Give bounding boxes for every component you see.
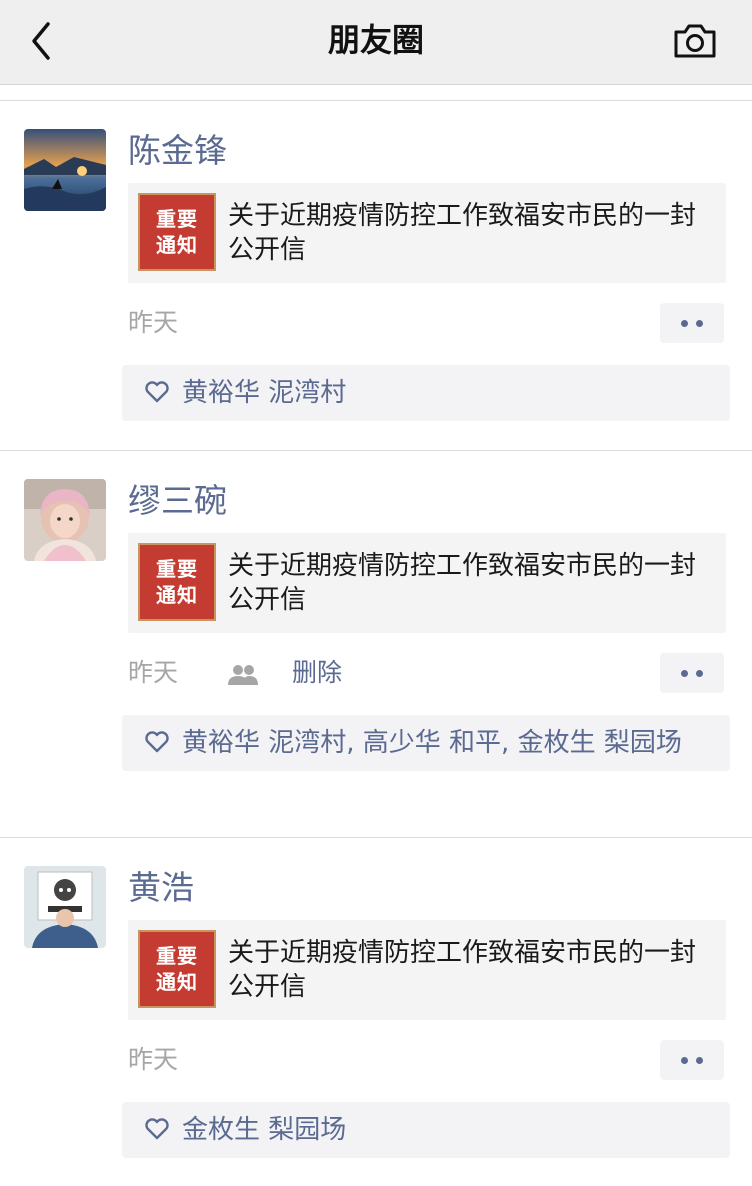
heart-icon [145,381,169,403]
more-dots-icon [696,670,703,677]
avatar-child-image [24,479,106,561]
moment-post: 陈金锋 重要通知 关于近期疫情防控工作致福安市民的一封公开信 昨天 黄裕华 泥湾… [0,101,752,449]
likes-box: 黄裕华 泥湾村 [122,365,730,421]
camera-icon [674,24,716,58]
heart-icon [145,731,169,753]
avatar[interactable] [24,866,106,948]
likes-box: 金枚生 梨园场 [122,1102,730,1158]
more-dots-icon [681,1057,688,1064]
moment-post: 黄浩 重要通知 关于近期疫情防控工作致福安市民的一封公开信 昨天 金枚生 梨园场 [0,838,752,1186]
notice-thumbnail-text: 重要通知 [156,207,198,257]
post-time: 昨天 [128,1045,179,1074]
nav-bar: 朋友圈 [0,0,752,85]
notice-thumbnail: 重要通知 [138,930,216,1008]
avatar-seascape-image [24,129,106,211]
likes-names[interactable]: 金枚生 梨园场 [182,1115,346,1145]
more-button[interactable] [660,1040,724,1080]
shared-link-card[interactable]: 重要通知 关于近期疫情防控工作致福安市民的一封公开信 [128,533,726,633]
heart-icon [145,1118,169,1140]
more-button[interactable] [660,653,724,693]
likes-names[interactable]: 黄裕华 泥湾村 [182,378,346,408]
post-time: 昨天 [128,308,179,337]
link-title: 关于近期疫情防控工作致福安市民的一封公开信 [228,938,697,1002]
more-button[interactable] [660,303,724,343]
author-name[interactable]: 陈金锋 [128,129,227,173]
more-dots-icon [696,1057,703,1064]
moment-post: 缪三碗 重要通知 关于近期疫情防控工作致福安市民的一封公开信 昨天 删除 黄裕华… [0,451,752,836]
link-title: 关于近期疫情防控工作致福安市民的一封公开信 [228,551,697,615]
avatar-sign-image [24,866,106,948]
avatar[interactable] [24,129,106,211]
author-name[interactable]: 黄浩 [128,866,194,910]
notice-thumbnail: 重要通知 [138,543,216,621]
more-dots-icon [681,320,688,327]
author-name[interactable]: 缪三碗 [128,479,227,523]
more-dots-icon [681,670,688,677]
shared-link-card[interactable]: 重要通知 关于近期疫情防控工作致福安市民的一封公开信 [128,920,726,1020]
link-title: 关于近期疫情防控工作致福安市民的一封公开信 [228,201,697,265]
post-time: 昨天 [128,658,179,687]
likes-names[interactable]: 黄裕华 泥湾村, 高少华 和平, 金枚生 梨园场 [182,728,682,758]
more-dots-icon [696,320,703,327]
page-title: 朋友圈 [327,21,424,59]
friends-visibility-icon[interactable] [226,663,260,687]
likes-box: 黄裕华 泥湾村, 高少华 和平, 金枚生 梨园场 [122,715,730,771]
notice-thumbnail: 重要通知 [138,193,216,271]
avatar[interactable] [24,479,106,561]
camera-button[interactable] [672,18,718,62]
notice-thumbnail-text: 重要通知 [156,944,198,994]
notice-thumbnail-text: 重要通知 [156,557,198,607]
delete-button[interactable]: 删除 [292,653,342,693]
shared-link-card[interactable]: 重要通知 关于近期疫情防控工作致福安市民的一封公开信 [128,183,726,283]
